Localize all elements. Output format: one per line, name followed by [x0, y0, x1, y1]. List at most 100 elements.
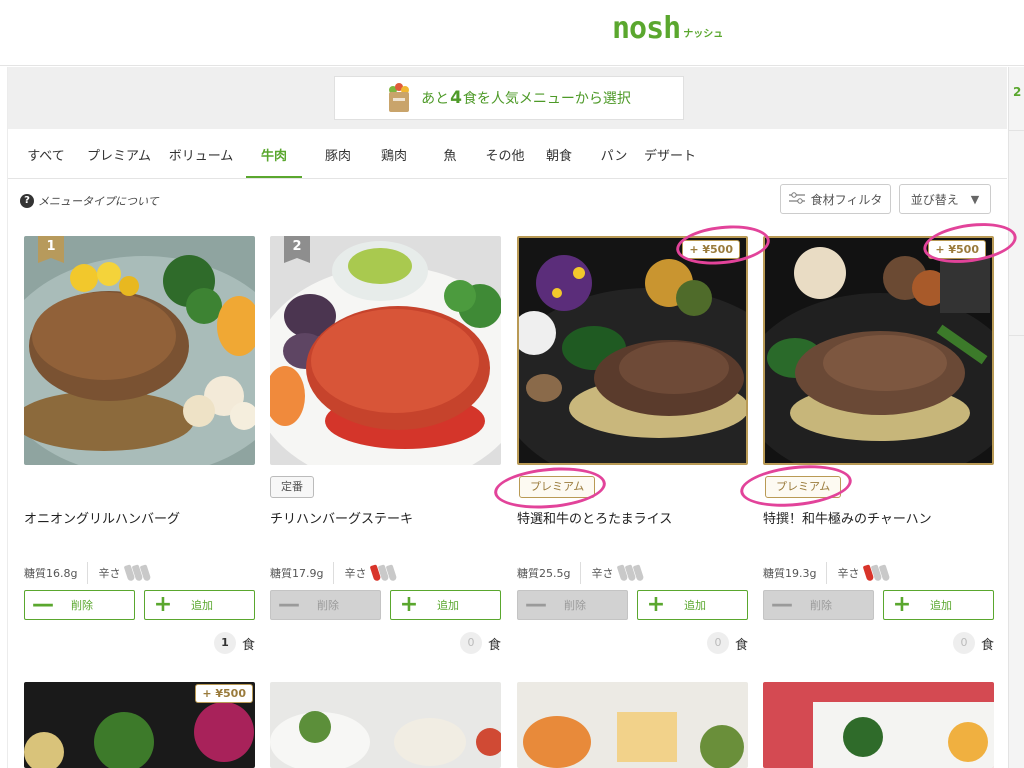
spicy-label: 辛さ [591, 567, 614, 580]
menu-photo[interactable]: 1 [24, 236, 255, 465]
menu-meta: 糖質19.3g 辛さ [763, 562, 891, 584]
tab-pork[interactable]: 豚肉 [310, 140, 366, 178]
count-unit: 食 [241, 637, 255, 653]
menu-photo[interactable] [270, 682, 501, 768]
menu-card[interactable]: 1 オニオングリルハンバーグ 糖質16.8g 辛さ — 削除 + 追加 1 食 [24, 236, 255, 656]
tab-premium[interactable]: プレミアム [74, 140, 164, 178]
remaining-meals-button[interactable]: あと 4 食を人気メニューから選択 [334, 76, 684, 120]
menu-photo[interactable]: + ¥500 [517, 236, 748, 465]
remove-button[interactable]: — 削除 [763, 590, 874, 620]
menu-photo[interactable] [763, 682, 994, 768]
remove-label: 削除 [71, 599, 93, 612]
left-margin [0, 67, 8, 768]
carbs-value: 糖質25.5g [517, 567, 571, 580]
menu-name[interactable]: チリハンバーグステーキ [270, 508, 501, 527]
selected-count: 0 食 [706, 632, 748, 654]
add-button[interactable]: + 追加 [144, 590, 255, 620]
plus-icon: + [646, 592, 666, 617]
tab-all[interactable]: すべて [18, 140, 74, 178]
remove-button[interactable]: — 削除 [517, 590, 628, 620]
premium-price-badge: + ¥500 [195, 684, 253, 703]
meta-divider [333, 562, 335, 584]
remove-label: 削除 [810, 599, 832, 612]
menu-card[interactable]: + ¥500 プレミアム 特選和牛のとろたまライス 糖質25.5g 辛さ — 削… [517, 236, 748, 656]
category-tabs: すべて プレミアム ボリューム 牛肉 豚肉 鶏肉 魚 その他 朝食 パン デザー… [18, 140, 698, 178]
menu-card[interactable] [517, 682, 748, 768]
spice-level-indicator [370, 564, 398, 582]
menu-type-help-link[interactable]: ? メニュータイプについて [20, 193, 159, 209]
premium-tag: プレミアム [765, 476, 842, 498]
selected-count: 0 食 [952, 632, 994, 654]
tab-fish[interactable]: 魚 [422, 140, 478, 178]
spice-level-indicator [617, 564, 645, 582]
sort-dropdown[interactable]: 並び替え ▼ [899, 184, 991, 214]
filter-sliders-icon [788, 191, 805, 207]
banner-suffix: 食を人気メニューから選択 [462, 91, 631, 107]
premium-price-badge: + ¥500 [928, 240, 986, 259]
meta-divider [87, 562, 89, 584]
remove-button[interactable]: — 削除 [24, 590, 135, 620]
add-label: 追加 [684, 599, 706, 612]
selected-count: 1 食 [213, 632, 255, 654]
remove-button[interactable]: — 削除 [270, 590, 381, 620]
menu-name[interactable]: 特撰！和牛極みのチャーハン [763, 508, 994, 527]
menu-name[interactable]: オニオングリルハンバーグ [24, 508, 255, 527]
count-value: 0 [706, 632, 729, 654]
selected-count: 0 食 [459, 632, 501, 654]
carbs-value: 糖質19.3g [763, 567, 817, 580]
tab-chicken[interactable]: 鶏肉 [366, 140, 422, 178]
menu-meta: 糖質17.9g 辛さ [270, 562, 398, 584]
count-unit: 食 [734, 637, 748, 653]
tab-dessert[interactable]: デザート [642, 140, 698, 178]
logo-text: nosh [612, 11, 681, 46]
plus-icon: + [153, 592, 173, 617]
side-divider [1009, 130, 1024, 131]
caret-down-icon: ▼ [970, 192, 980, 206]
cart-side-panel[interactable]: 2 [1008, 67, 1024, 768]
plus-icon: + [399, 592, 419, 617]
add-label: 追加 [930, 599, 952, 612]
site-header: nosh ナッシュ [0, 0, 1024, 66]
premium-price-badge: + ¥500 [682, 240, 740, 259]
menu-card[interactable] [763, 682, 994, 768]
add-label: 追加 [437, 599, 459, 612]
menu-photo[interactable]: 2 [270, 236, 501, 465]
question-icon: ? [20, 194, 34, 208]
spicy-label: 辛さ [344, 567, 367, 580]
menu-card[interactable]: + ¥500 [24, 682, 255, 768]
spice-level-indicator [863, 564, 891, 582]
tab-breakfast[interactable]: 朝食 [532, 140, 586, 178]
spice-level-indicator [124, 564, 152, 582]
menu-card[interactable] [270, 682, 501, 768]
menu-card[interactable]: 2 定番 チリハンバーグステーキ 糖質17.9g 辛さ — 削除 + 追加 0 … [270, 236, 501, 656]
tab-bread[interactable]: パン [586, 140, 642, 178]
menu-card[interactable]: + ¥500 プレミアム 特撰！和牛極みのチャーハン 糖質19.3g 辛さ — … [763, 236, 994, 656]
count-unit: 食 [980, 637, 994, 653]
banner-prefix: あと [421, 91, 450, 107]
carbs-value: 糖質16.8g [24, 567, 78, 580]
remove-label: 削除 [564, 599, 586, 612]
add-button[interactable]: + 追加 [637, 590, 748, 620]
tabs-divider [8, 178, 1007, 179]
tab-volume[interactable]: ボリューム [164, 140, 238, 178]
count-value: 1 [213, 632, 236, 654]
nosh-logo[interactable]: nosh ナッシュ [612, 12, 723, 46]
add-button[interactable]: + 追加 [390, 590, 501, 620]
spicy-label: 辛さ [837, 567, 860, 580]
selection-banner: あと 4 食を人気メニューから選択 [8, 67, 1007, 129]
ingredient-filter-button[interactable]: 食材フィルタ [780, 184, 891, 214]
menu-meta: 糖質16.8g 辛さ [24, 562, 152, 584]
tab-beef[interactable]: 牛肉 [246, 140, 302, 178]
add-button[interactable]: + 追加 [883, 590, 994, 620]
minus-icon: — [32, 592, 54, 617]
carbs-value: 糖質17.9g [270, 567, 324, 580]
count-unit: 食 [487, 637, 501, 653]
minus-icon: — [771, 592, 793, 617]
remove-label: 削除 [317, 599, 339, 612]
tab-other[interactable]: その他 [478, 140, 532, 178]
ingredient-filter-label: 食材フィルタ [810, 192, 883, 207]
menu-photo[interactable] [517, 682, 748, 768]
sort-label: 並び替え [910, 192, 959, 207]
menu-photo[interactable]: + ¥500 [763, 236, 994, 465]
menu-name[interactable]: 特選和牛のとろたまライス [517, 508, 748, 527]
